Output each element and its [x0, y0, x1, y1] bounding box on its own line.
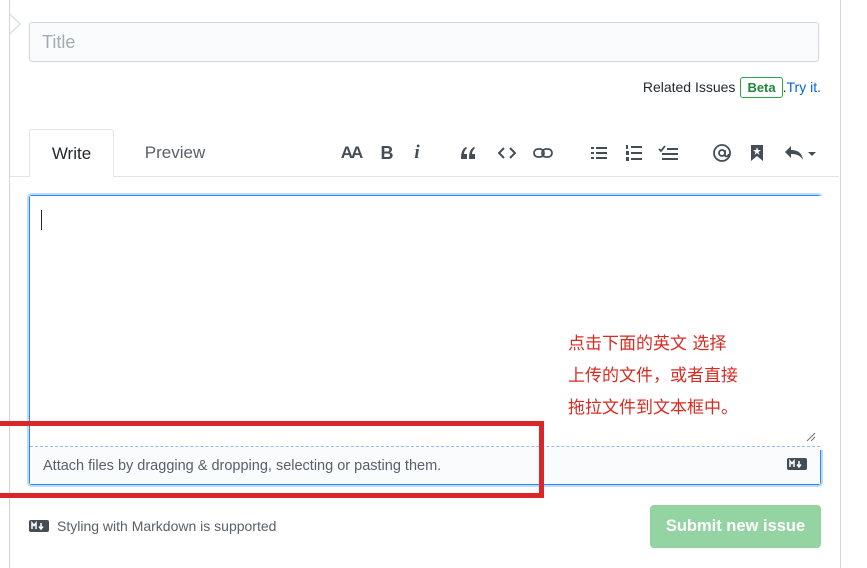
numbered-list-icon[interactable] [625, 141, 643, 165]
bold-icon-glyph: B [380, 142, 394, 163]
markdown-footer-icon [29, 520, 49, 532]
link-icon[interactable] [532, 141, 554, 165]
annotation-note: 点击下面的英文 选择 上传的文件，或者直接 拖拉文件到文本框中。 [568, 328, 778, 424]
highlight-box [0, 421, 544, 498]
annotation-line-3: 拖拉文件到文本框中。 [568, 398, 738, 418]
bookmark-icon[interactable] [749, 141, 765, 165]
heading-icon[interactable]: AA [340, 141, 364, 165]
markdown-icon [787, 458, 807, 470]
submit-issue-button[interactable]: Submit new issue [650, 505, 821, 548]
bulleted-list-icon[interactable] [590, 141, 608, 165]
panel-notch [10, 14, 21, 34]
tab-preview[interactable]: Preview [120, 129, 230, 176]
task-list-icon[interactable] [657, 141, 679, 165]
mention-icon[interactable] [711, 141, 733, 165]
related-issues: Related Issues Beta . Try it. [643, 74, 821, 100]
related-issues-label: Related Issues [642, 79, 736, 95]
annotation-line-1: 点击下面的英文 选择 [568, 334, 727, 354]
tab-write[interactable]: Write [29, 129, 114, 177]
tab-preview-label: Preview [144, 142, 206, 162]
italic-icon-glyph: i [414, 142, 420, 163]
resize-handle-icon[interactable] [806, 432, 816, 442]
markdown-support-text: Styling with Markdown is supported [57, 518, 277, 534]
annotation-line-2: 上传的文件，或者直接 [568, 366, 738, 386]
code-icon[interactable] [497, 141, 517, 165]
quote-icon[interactable] [458, 141, 478, 165]
reply-icon[interactable] [782, 141, 818, 165]
tab-write-label: Write [51, 143, 92, 163]
try-it-link[interactable]: Try it. [787, 79, 821, 95]
issue-title-input[interactable] [29, 22, 819, 62]
italic-icon[interactable]: i [410, 141, 424, 165]
beta-badge: Beta [740, 76, 783, 98]
bold-icon[interactable]: B [379, 141, 395, 165]
heading-icon-glyph: AA [340, 143, 364, 162]
text-caret [41, 210, 42, 230]
markdown-support-note: Styling with Markdown is supported [29, 518, 276, 534]
